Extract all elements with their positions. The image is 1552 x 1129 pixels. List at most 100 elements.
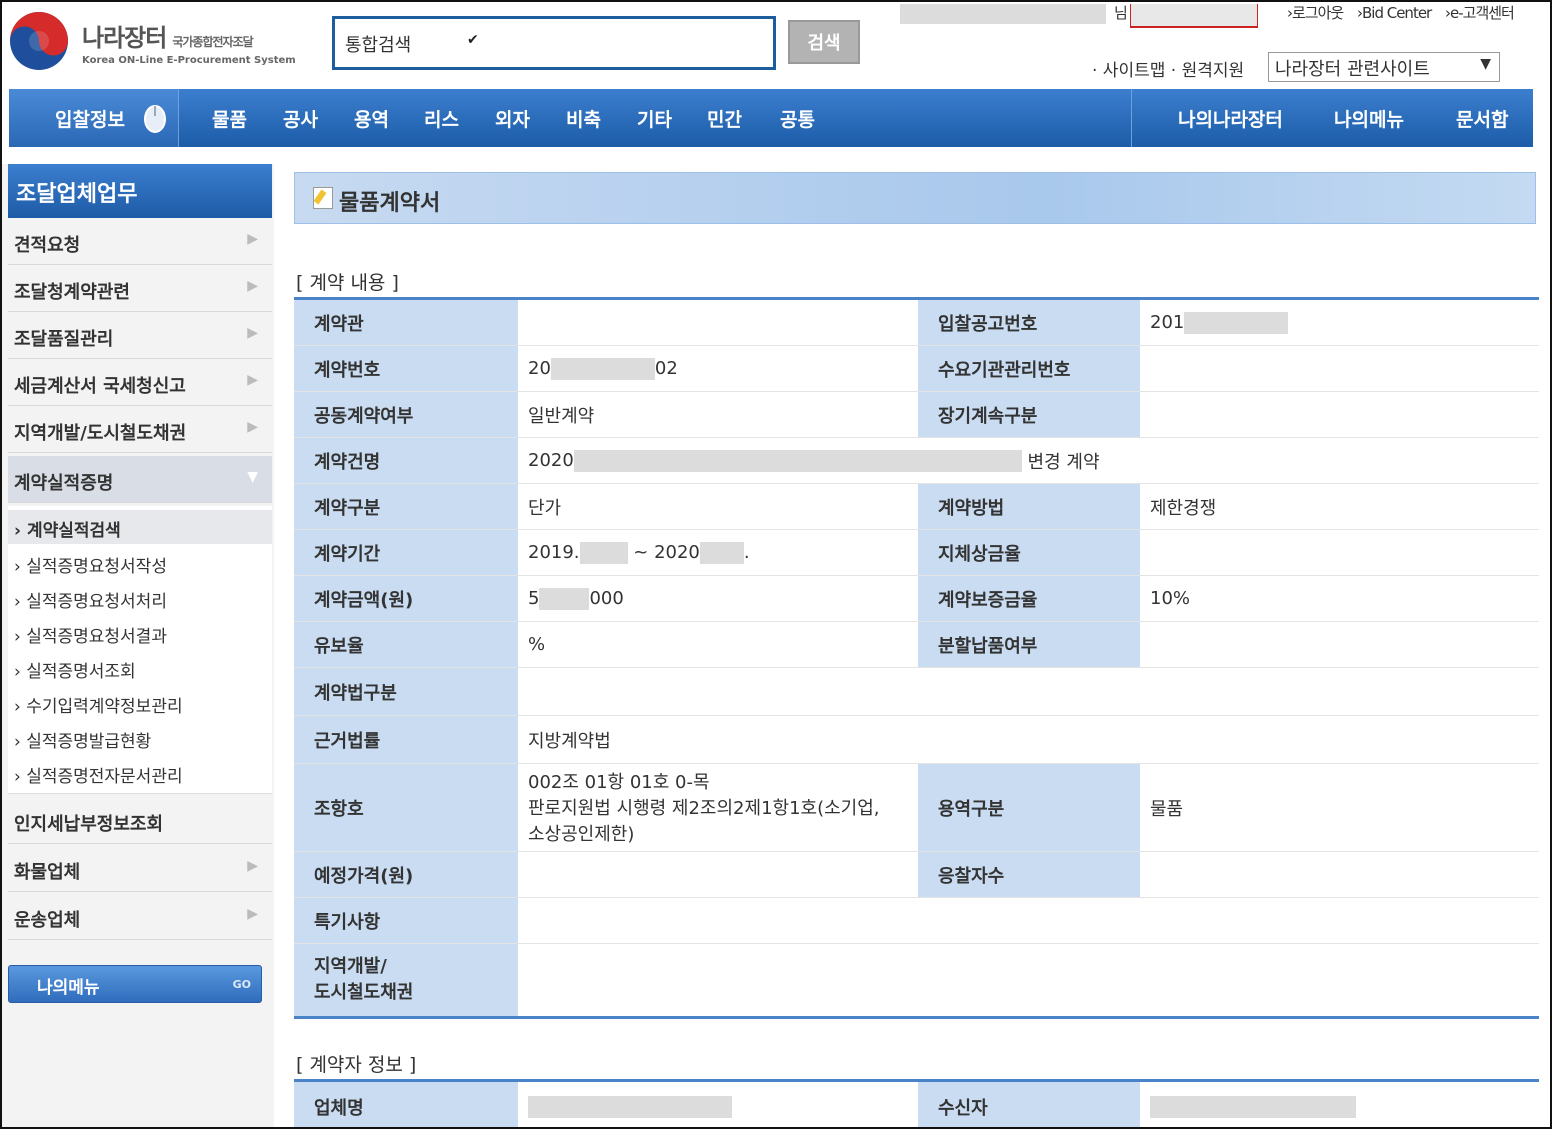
value-contract-type: 단가 [528,497,562,519]
nav-item-my-menu[interactable]: 나의메뉴 [1334,105,1404,132]
nav-item-construction[interactable]: 공사 [283,105,318,132]
sidebar-item-freight[interactable]: 화물업체 ▶ [8,845,272,892]
table-row: 계약번호 20 02 수요기관관리번호 [294,346,1539,392]
sidebar-item-quote-request[interactable]: 견적요청 ▶ [8,218,272,265]
nav-item-foreign[interactable]: 외자 [495,105,530,132]
nav-bid-info[interactable]: 입찰정보 [9,89,179,147]
table-row: 조항호 002조 01항 01호 0-목 판로지원법 시행령 제2조의2제1항1… [294,764,1539,852]
nav-item-private[interactable]: 민간 [707,105,742,132]
value-text: ~ 2020 [633,542,700,563]
label-contract-name: 계약건명 [294,438,518,483]
sub-item-label: 계약실적검색 [26,521,121,541]
util-links[interactable]: · 사이트맵 · 원격지원 [1092,56,1244,81]
sub-item-label: 실적증명요청서작성 [26,557,167,577]
value-clause: 002조 01항 01호 0-목 판로지원법 시행령 제2조의2제1항1호(소기… [518,764,918,851]
sub-item-label: 실적증명발급현황 [26,732,152,752]
label-basis-law: 근거법률 [294,716,518,763]
label-company-name: 업체명 [294,1082,518,1127]
value-demand-agency-no [1140,346,1539,391]
nav-item-etc[interactable]: 기타 [637,105,672,132]
nav-item-service[interactable]: 용역 [354,105,389,132]
label-text: 도시철도채권 [314,982,414,1003]
logout-link[interactable]: ›로그아웃 [1287,4,1344,22]
my-menu-label: 나의메뉴 [37,978,100,998]
sidebar-item-label: 지역개발/도시철도채권 [14,423,187,444]
sub-item-label: 실적증명전자문서관리 [26,767,183,787]
value-text: 2020 [528,450,574,471]
chevron-right-icon: ▶ [247,278,258,294]
value-contract-no: 20 02 [518,346,918,391]
bid-center-link[interactable]: ›Bid Center [1357,4,1432,22]
redacted-block [528,1095,732,1118]
label-regional-bond: 지역개발/ 도시철도채권 [294,944,518,1016]
label-estimated-price: 예정가격(원) [294,852,518,897]
nav-item-my-narajangteo[interactable]: 나의나라장터 [1178,105,1283,132]
search-input[interactable]: 통합검색 ✔︎ [332,16,776,70]
page-title: 물품계약서 [339,191,441,216]
sidebar-item-stamp-tax[interactable]: 인지세납부정보조회 [8,797,272,844]
sub-item-label: 실적증명요청서처리 [26,592,167,612]
nav-item-goods[interactable]: 물품 [212,105,247,132]
search-scope-select[interactable]: 통합검색 [345,31,411,57]
sub-item-contract-search[interactable]: › 계약실적검색 [8,510,272,544]
value-contract-method: 제한경쟁 [1150,497,1217,519]
table-row: 예정가격(원) 응찰자수 [294,852,1539,898]
value-contract-officer [518,300,918,345]
chevron-right-icon: ▶ [247,325,258,341]
sub-item-request-result[interactable]: › 실적증명요청서결과 [14,622,167,647]
sub-item-label: 수기입력계약정보관리 [26,697,183,717]
nav-item-document-box[interactable]: 문서함 [1456,105,1508,132]
label-bidder-count: 응찰자수 [918,852,1140,897]
my-menu-button[interactable]: 나의메뉴 GO [8,965,262,1003]
sub-item-issue-status[interactable]: › 실적증명발급현황 [14,727,151,752]
label-long-term: 장기계속구분 [918,392,1140,437]
value-service-type: 물품 [1150,798,1184,820]
value-text: 000 [589,588,624,609]
value-bid-notice-no: 201 [1140,300,1539,345]
value-company-name [518,1082,918,1127]
label-delay-rate: 지체상금율 [918,530,1140,575]
nav-item-common[interactable]: 공통 [780,105,815,132]
sidebar-item-tax-invoice[interactable]: 세금계산서 국세청신고 ▶ [8,359,272,406]
label-service-type: 용역구분 [918,764,1140,851]
sidebar-item-label: 인지세납부정보조회 [14,814,164,835]
sub-item-manual-entry[interactable]: › 수기입력계약정보관리 [14,692,183,717]
sidebar-submenu: › 계약실적검색 › 실적증명요청서작성 › 실적증명요청서처리 › 실적증명요… [8,506,272,794]
table-row: 유보율 % 분할납품여부 [294,622,1539,668]
sidebar-item-label: 견적요청 [14,235,81,256]
sidebar-item-regional-bond[interactable]: 지역개발/도시철도채권 ▶ [8,406,272,453]
value-contract-law-type [518,668,1539,715]
sub-item-certificate-view[interactable]: › 실적증명서조회 [14,657,136,682]
sub-item-request-process[interactable]: › 실적증명요청서처리 [14,587,167,612]
label-contract-period: 계약기간 [294,530,518,575]
value-split-delivery [1140,622,1539,667]
chevron-right-icon: ▶ [247,906,258,922]
value-delay-rate [1140,530,1539,575]
chevron-right-icon: ▶ [247,231,258,247]
logo-text[interactable]: 나라장터 국가종합전자조달 Korea ON-Line E-Procurement… [82,18,296,66]
sidebar-item-transport[interactable]: 운송업체 ▶ [8,893,272,940]
value-long-term [1140,392,1539,437]
nav-item-bid-info[interactable]: 입찰정보 [55,105,125,132]
table-row: 계약금액(원) 5 000 계약보증금율 10% [294,576,1539,622]
chevron-down-icon[interactable]: ✔︎ [467,32,479,48]
related-sites-select[interactable]: 나라장터 관련사이트 ▼ [1268,52,1500,82]
main-nav: 입찰정보 물품 공사 용역 리스 외자 비축 기타 민간 공통 나의나라장터 나… [9,89,1533,147]
sidebar-item-quality[interactable]: 조달품질관리 ▶ [8,312,272,359]
nav-item-lease[interactable]: 리스 [424,105,459,132]
logo-icon[interactable] [8,10,70,72]
redacted-user-name [900,4,1106,24]
redacted-user-id [1130,4,1258,28]
sub-item-request-write[interactable]: › 실적증명요청서작성 [14,552,167,577]
nav-item-stockpile[interactable]: 비축 [566,105,601,132]
sub-item-e-document[interactable]: › 실적증명전자문서관리 [14,762,183,787]
table-row: 공동계약여부 일반계약 장기계속구분 [294,392,1539,438]
e-customer-center-link[interactable]: ›e-고객센터 [1445,4,1515,22]
label-joint-contract: 공동계약여부 [294,392,518,437]
value-text: 02 [654,358,678,379]
search-button[interactable]: 검색 [788,20,860,64]
sidebar-item-pps-contract[interactable]: 조달청계약관련 ▶ [8,265,272,312]
label-retention-rate: 유보율 [294,622,518,667]
label-clause: 조항호 [294,764,518,851]
sidebar-item-contract-performance[interactable]: 계약실적증명 ▼ [8,456,272,503]
